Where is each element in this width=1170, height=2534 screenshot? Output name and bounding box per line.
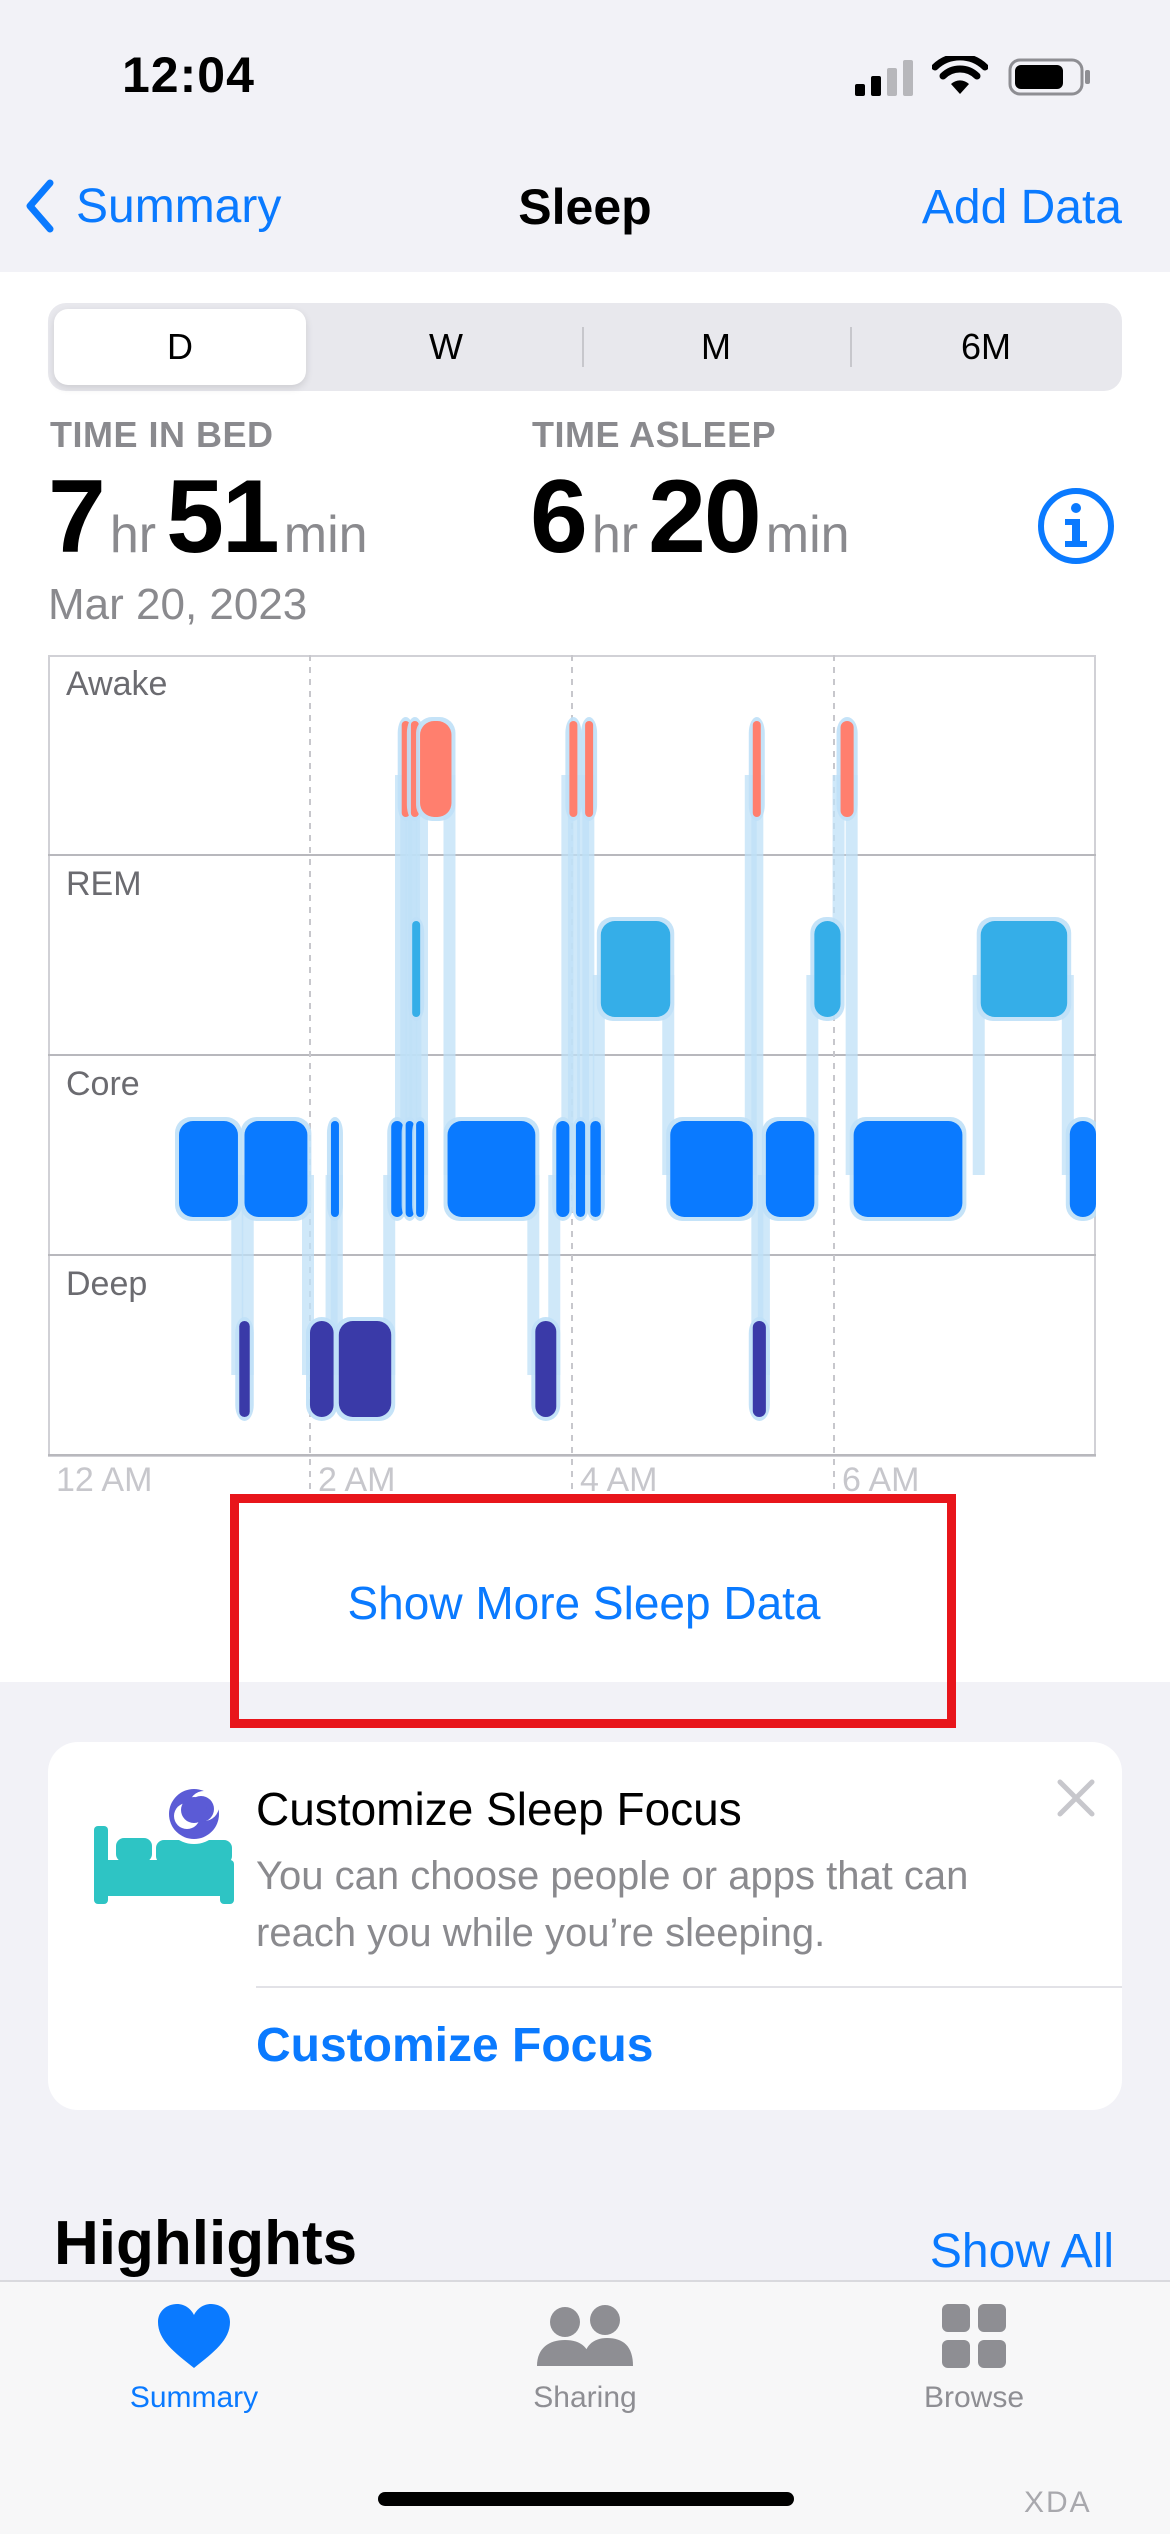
sleep-focus-card: Customize Sleep Focus You can choose peo… — [48, 1742, 1122, 2110]
time-asleep-hours: 6 — [530, 459, 588, 575]
tab-sharing-label: Sharing — [533, 2381, 637, 2414]
sleep-segment-rem — [980, 921, 1068, 1017]
sleep-segment-awake — [420, 721, 452, 817]
sleep-segment-deep — [752, 1321, 766, 1417]
sleep-segment-deep — [338, 1321, 392, 1417]
sleep-segment-core — [590, 1121, 601, 1217]
highlights-title: Highlights — [54, 2209, 358, 2278]
x-tick-label: 4 AM — [580, 1461, 657, 1495]
battery-icon — [1008, 58, 1090, 96]
time-in-bed-hours: 7 — [48, 459, 106, 575]
segment-day[interactable]: D — [54, 309, 306, 385]
sleep-segment-awake — [840, 721, 854, 817]
sleep-segment-deep — [310, 1321, 334, 1417]
period-segmented-control: D W M 6M — [48, 303, 1122, 391]
sleep-segment-core — [244, 1121, 308, 1217]
stage-transition — [582, 775, 595, 1175]
chevron-left-icon — [26, 179, 54, 233]
back-button[interactable]: Summary — [24, 176, 281, 236]
time-asleep-minutes: 20 — [648, 459, 762, 575]
cellular-signal-icon — [855, 60, 913, 96]
segment-week[interactable]: W — [318, 309, 574, 385]
watermark: XDA — [1024, 2486, 1092, 2519]
tab-summary-label: Summary — [129, 2381, 259, 2414]
bed-moon-icon — [94, 1784, 234, 1904]
sleep-segment-rem — [814, 921, 841, 1017]
sleep-segment-awake — [752, 721, 761, 817]
sleep-date: Mar 20, 2023 — [48, 580, 308, 629]
stage-label-core: Core — [66, 1065, 140, 1103]
stage-label-awake: Awake — [66, 665, 167, 703]
add-data-button[interactable]: Add Data — [922, 180, 1122, 235]
close-icon[interactable] — [1056, 1778, 1096, 1818]
segment-divider — [582, 327, 584, 367]
sleep-segment-core — [575, 1121, 586, 1217]
time-in-bed-hours-unit: hr — [109, 506, 157, 564]
sleep-segment-deep — [239, 1321, 250, 1417]
tab-browse-label: Browse — [923, 2381, 1025, 2414]
time-asleep-minutes-unit: min — [765, 506, 850, 564]
sleep-segment-core — [853, 1121, 963, 1217]
stage-transition — [845, 775, 858, 1175]
focus-card-description: You can choose people or apps that can r… — [256, 1854, 969, 1955]
page-title: Sleep — [518, 179, 652, 235]
stage-transition — [443, 775, 456, 1175]
time-in-bed-value: 7 hr 51 min — [48, 458, 378, 577]
focus-card-title: Customize Sleep Focus — [256, 1783, 742, 1835]
people-icon — [537, 2305, 633, 2366]
sleep-segment-deep — [535, 1321, 557, 1417]
sleep-segment-awake — [585, 721, 594, 817]
focus-card-divider — [256, 1986, 1122, 1988]
sleep-segment-core — [391, 1121, 404, 1217]
stage-label-deep: Deep — [66, 1265, 147, 1303]
tab-sharing[interactable]: Sharing — [455, 2302, 715, 2415]
x-tick-label: 2 AM — [318, 1461, 395, 1495]
stage-label-rem: REM — [66, 865, 142, 903]
sleep-segment-core — [416, 1121, 425, 1217]
sleep-segment-core — [765, 1121, 815, 1217]
time-in-bed-minutes: 51 — [166, 459, 280, 575]
info-icon[interactable] — [1036, 486, 1116, 566]
sleep-segment-core — [447, 1121, 536, 1217]
sleep-segment-core — [179, 1121, 238, 1217]
time-asleep-value: 6 hr 20 min — [530, 458, 860, 577]
sleep-segment-awake — [569, 721, 578, 817]
heart-icon — [158, 2304, 230, 2368]
sleep-segment-core — [670, 1121, 753, 1217]
time-in-bed-label: TIME IN BED — [50, 414, 274, 455]
x-tick-label: 6 AM — [842, 1461, 919, 1495]
x-tick-label: 12 AM — [56, 1461, 152, 1495]
show-all-button[interactable]: Show All — [930, 2224, 1114, 2279]
customize-focus-button[interactable]: Customize Focus — [256, 2018, 653, 2073]
grid-icon — [942, 2304, 1006, 2368]
sleep-stage-chart: Awake REM Core Deep 12 AM 2 AM 4 AM 6 AM — [48, 655, 1096, 1495]
sleep-segment-core — [1069, 1121, 1096, 1217]
tab-summary[interactable]: Summary — [64, 2302, 324, 2415]
segment-month[interactable]: M — [588, 309, 844, 385]
tab-browse[interactable]: Browse — [844, 2302, 1104, 2415]
time-in-bed-minutes-unit: min — [283, 506, 368, 564]
wifi-icon — [932, 56, 988, 94]
back-button-label: Summary — [76, 179, 282, 233]
time-asleep-hours-unit: hr — [591, 506, 639, 564]
home-indicator — [378, 2492, 794, 2506]
sleep-segment-core — [556, 1121, 570, 1217]
annotation-highlight-box — [230, 1494, 956, 1728]
segment-divider — [850, 327, 852, 367]
sleep-segment-rem — [412, 921, 421, 1017]
segment-six-months[interactable]: 6M — [856, 309, 1116, 385]
status-time: 12:04 — [122, 47, 255, 103]
sleep-segment-rem — [600, 921, 671, 1017]
time-asleep-label: TIME ASLEEP — [532, 414, 777, 455]
sleep-segment-core — [330, 1121, 339, 1217]
